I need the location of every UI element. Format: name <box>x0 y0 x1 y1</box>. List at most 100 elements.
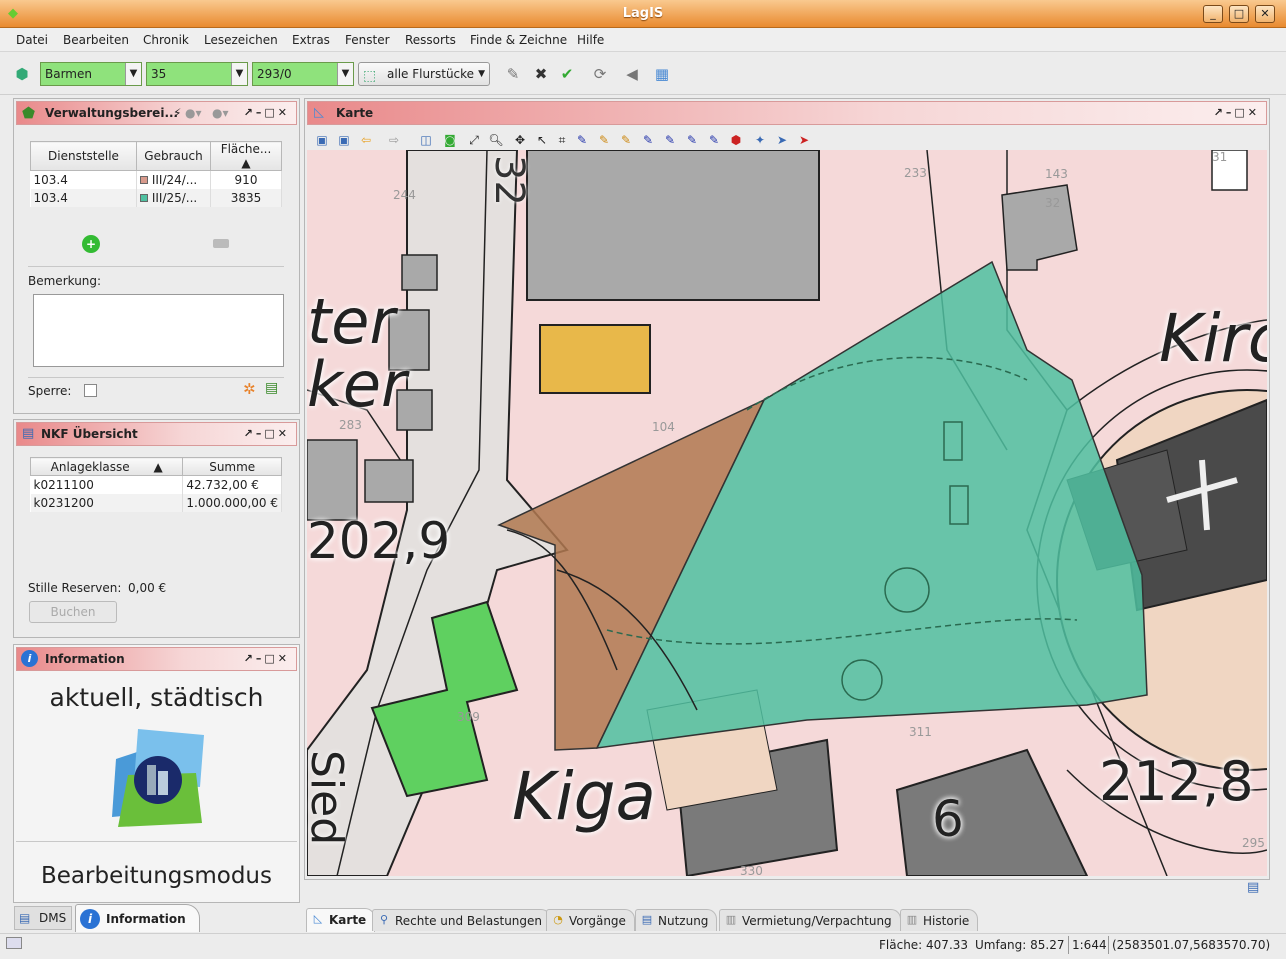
district-combo[interactable]: Barmen ▼ <box>40 62 142 86</box>
scale-value: 1:644 <box>1072 938 1107 952</box>
menu-datei[interactable]: Datei <box>16 33 48 47</box>
col-gebrauch[interactable]: Gebrauch <box>136 141 211 171</box>
nav-forward-icon[interactable]: ●▾ <box>212 102 229 124</box>
menu-finde-zeichne[interactable]: Finde & Zeichne <box>470 33 567 47</box>
refresh-icon[interactable]: ⟳ <box>590 64 610 84</box>
chevron-down-icon[interactable]: ▼ <box>337 63 353 85</box>
layer-icon[interactable]: ◫ <box>417 131 435 149</box>
history-back-icon[interactable]: ⇦ <box>357 131 375 149</box>
delete-icon[interactable]: ⬢ <box>727 131 745 149</box>
map-icon[interactable]: ▦ <box>652 64 672 84</box>
feature-info-icon[interactable]: ✦ <box>751 131 769 149</box>
legend-icon[interactable]: ▤ <box>1247 880 1259 895</box>
tab-nutzung[interactable]: ▤ Nutzung <box>635 909 718 931</box>
menu-fenster[interactable]: Fenster <box>345 33 390 47</box>
nav-back-icon[interactable]: ●▾ <box>185 102 202 124</box>
col-anlageklasse[interactable]: Anlageklasse ▲ <box>29 457 184 476</box>
back-icon[interactable]: ◀ <box>622 64 642 84</box>
tab-historie[interactable]: ▥ Historie <box>900 909 979 931</box>
accept-icon[interactable]: ✔ <box>557 64 577 84</box>
map-label: Kirc <box>1159 300 1267 377</box>
col-flaeche[interactable]: Fläche... ▲ <box>210 141 282 171</box>
new-polygon-icon[interactable]: ✎ <box>595 131 613 149</box>
tab-karte[interactable]: ◺ Karte <box>306 908 376 932</box>
link-icon[interactable]: ⚡ <box>173 102 181 124</box>
nkf-panel: ▤ NKF Übersicht ↗–□✕ Anlageklasse ▲ Summ… <box>13 419 300 638</box>
add-icon[interactable]: + <box>82 235 100 253</box>
edit-icon[interactable]: ✎ <box>503 64 523 84</box>
maximize-button[interactable]: □ <box>1229 5 1249 23</box>
divider <box>28 266 284 267</box>
tab-information[interactable]: i Information <box>75 904 200 932</box>
gear-icon[interactable]: ✲ <box>243 380 256 398</box>
information-header: i Information ↗–□✕ <box>16 647 297 671</box>
menu-extras[interactable]: Extras <box>292 33 330 47</box>
panel-controls[interactable]: ↗–□✕ <box>244 423 290 445</box>
ruler-icon: ◺ <box>313 912 323 925</box>
menu-lesezeichen[interactable]: Lesezeichen <box>204 33 278 47</box>
panel-controls[interactable]: ↗–□✕ <box>244 648 290 670</box>
add-handle-icon[interactable]: ✎ <box>573 131 591 149</box>
pan-icon[interactable]: ✥ <box>511 131 529 149</box>
parcel-value: 293/0 <box>257 67 292 81</box>
zoom-icon[interactable]: 🔍︎ <box>487 131 505 149</box>
close-button[interactable]: ✕ <box>1255 5 1275 23</box>
menu-ressorts[interactable]: Ressorts <box>405 33 456 47</box>
number-value: 35 <box>151 67 167 81</box>
zoom-selection-icon[interactable]: ▣ <box>335 131 353 149</box>
attach-icon[interactable]: ✎ <box>705 131 723 149</box>
col-summe[interactable]: Summe <box>182 457 282 476</box>
filter-dropdown[interactable]: ⬚ alle Flurstücke ▼ <box>358 62 490 86</box>
number-combo[interactable]: 35 ▼ <box>146 62 248 86</box>
table-row[interactable]: 103.4 III/24/... 910 <box>30 170 282 189</box>
feature-remove-icon[interactable]: ➤ <box>795 131 813 149</box>
menu-chronik[interactable]: Chronik <box>143 33 189 47</box>
database-icon: ▥ <box>906 913 918 926</box>
union-icon[interactable]: ✎ <box>683 131 701 149</box>
mode-text: Bearbeitungsmodus <box>40 863 272 889</box>
map-canvas[interactable]: 32 ter ker 202,9 Kiga Kirc 212,8 6 Sied … <box>307 150 1267 876</box>
chevron-down-icon[interactable]: ▼ <box>125 63 141 85</box>
panel-controls[interactable]: ↗–□✕ <box>244 102 290 124</box>
split-icon[interactable]: ✎ <box>661 131 679 149</box>
status-icon <box>6 937 22 949</box>
tab-dms[interactable]: ▤ DMS <box>14 906 72 930</box>
remove-icon[interactable] <box>213 239 229 248</box>
menu-hilfe[interactable]: Hilfe <box>577 33 604 47</box>
book-button[interactable]: Buchen <box>29 601 117 623</box>
zoom-full-icon[interactable]: ▣ <box>313 131 331 149</box>
snapping-icon[interactable]: ⤢ <box>465 131 483 149</box>
table-row[interactable]: 103.4 III/25/... 3835 <box>30 188 282 207</box>
cancel-icon[interactable]: ✖ <box>531 64 551 84</box>
menu-bearbeiten[interactable]: Bearbeiten <box>63 33 129 47</box>
select-icon[interactable]: ↖ <box>533 131 551 149</box>
table-row[interactable]: k0211100 42.732,00 € <box>30 475 282 494</box>
panel-controls[interactable]: ↗–□✕ <box>1214 102 1260 124</box>
tab-rechte[interactable]: ⚲ Rechte und Belastungen <box>372 909 552 931</box>
history-forward-icon[interactable]: ⇨ <box>385 131 403 149</box>
window-title: LagIS <box>622 6 664 21</box>
join-icon[interactable]: ✎ <box>639 131 657 149</box>
chevron-down-icon[interactable]: ▼ <box>231 63 247 85</box>
cell-dienststelle: 103.4 <box>30 188 137 207</box>
minimize-button[interactable]: _ <box>1203 5 1223 23</box>
nkf-title: NKF Übersicht <box>41 427 138 441</box>
remark-textarea[interactable] <box>33 294 284 367</box>
table-row[interactable]: k0231200 1.000.000,00 € <box>30 493 282 512</box>
feature-add-icon[interactable]: ➤ <box>773 131 791 149</box>
tab-vorgaenge[interactable]: ◔ Vorgänge <box>546 909 635 931</box>
move-handle-icon[interactable]: ⌗ <box>553 131 571 149</box>
folder-icon[interactable]: ▤ <box>265 380 278 396</box>
lock-checkbox[interactable] <box>84 384 97 397</box>
cell-klasse: k0231200 <box>30 493 184 512</box>
col-dienststelle[interactable]: Dienststelle <box>30 141 137 171</box>
reserves-label: Stille Reserven: <box>28 581 122 595</box>
area-icon: ⬟ <box>22 104 36 122</box>
parcel-combo[interactable]: 293/0 ▼ <box>252 62 354 86</box>
tab-historie-label: Historie <box>923 914 970 928</box>
select-layer-icon[interactable]: ◙ <box>441 131 459 149</box>
new-line-icon[interactable]: ✎ <box>617 131 635 149</box>
tab-vermietung[interactable]: ▥ Vermietung/Verpachtung <box>719 909 901 931</box>
parcel-search-icon[interactable]: ⬢ <box>12 64 32 84</box>
verwaltung-table: Dienststelle Gebrauch Fläche... ▲ 103.4 … <box>30 141 282 207</box>
